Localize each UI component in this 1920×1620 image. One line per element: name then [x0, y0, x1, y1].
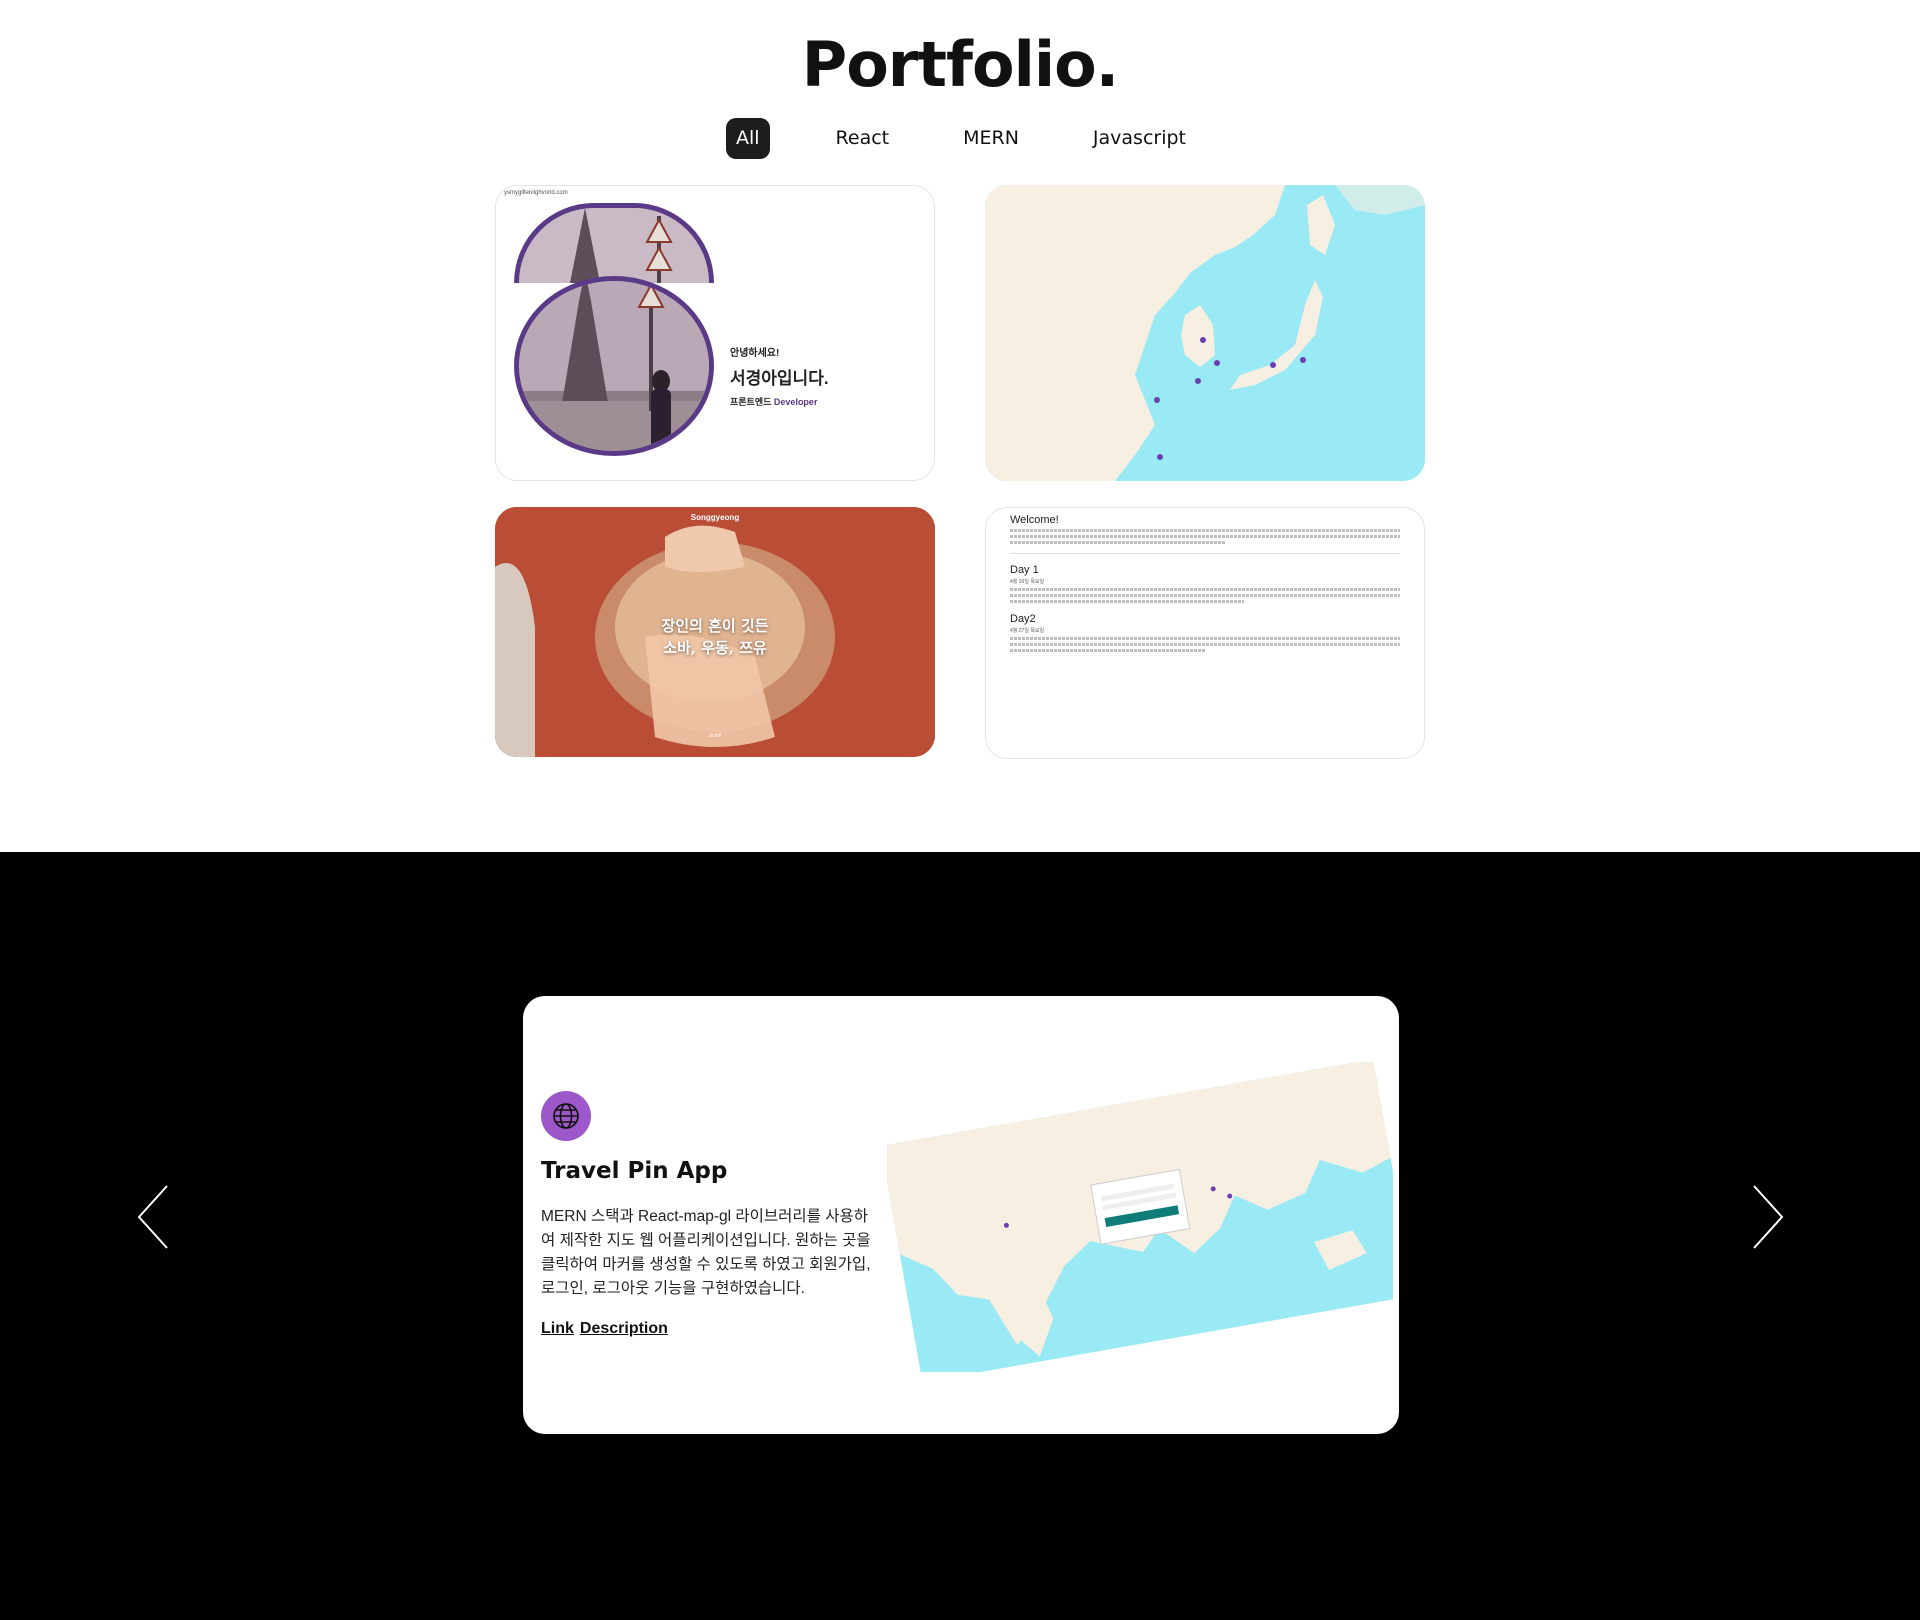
next-slide-arrow-icon[interactable] — [1742, 1182, 1788, 1252]
blog-day1: Day 1 — [1010, 564, 1039, 576]
profile-role-accent: Developer — [773, 397, 818, 407]
profile-role: 프론트엔드 — [730, 397, 772, 407]
filter-javascript[interactable]: Javascript — [1085, 118, 1194, 159]
blog-day1-date: 4월 26일 목요일 — [1010, 579, 1045, 585]
profile-photo-top — [514, 203, 714, 283]
project-card-map[interactable] — [985, 185, 1425, 481]
blog-text-line — [1010, 588, 1400, 591]
filter-mern[interactable]: MERN — [955, 118, 1027, 159]
blog-day2-date: 4월 27일 목요일 — [1010, 628, 1045, 634]
blog-text-line — [1010, 535, 1400, 538]
filter-all[interactable]: All — [725, 118, 770, 159]
blog-text-line — [1010, 637, 1400, 640]
project-description-link[interactable]: Description — [580, 1320, 668, 1338]
food-scroll-hint: Scroll — [708, 733, 722, 739]
globe-icon — [541, 1091, 591, 1141]
page-title: Portfolio. — [801, 28, 1119, 101]
project-slider-section: Travel Pin App MERN 스택과 React-map-gl 라이브… — [0, 852, 1920, 1620]
blog-text-line — [1010, 600, 1244, 603]
east-asia-map-image — [985, 185, 1425, 481]
blog-welcome: Welcome! — [1010, 514, 1059, 526]
slide-description: MERN 스택과 React-map-gl 라이브러리를 사용하여 제작한 지도… — [541, 1208, 871, 1297]
profile-header: ysmyglltenilghvorld.com — [504, 190, 568, 196]
blog-text-line — [1010, 649, 1205, 652]
blog-day2: Day2 — [1010, 613, 1036, 625]
blog-divider — [1010, 553, 1400, 554]
blog-text-line — [1010, 594, 1400, 597]
project-link[interactable]: Link — [541, 1320, 574, 1338]
blog-text-line — [1010, 541, 1225, 544]
project-card-profile[interactable]: ysmyglltenilghvorld.com 안녕하세요! 서경아입니다. 프… — [495, 185, 935, 481]
filter-react[interactable]: React — [828, 118, 898, 159]
profile-intro: 안녕하세요! 서경아입니다. 프론트엔드 Developer — [730, 344, 829, 408]
project-slide: Travel Pin App MERN 스택과 React-map-gl 라이브… — [523, 996, 1399, 1434]
food-headline: 장인의 혼이 깃든 소바, 우동, 쯔유 — [495, 615, 935, 659]
project-card-food[interactable]: Songgyeong 장인의 혼이 깃든 소바, 우동, 쯔유 Scroll — [495, 507, 935, 757]
filter-tabs: All React MERN Javascript — [0, 118, 1920, 159]
blog-text-line — [1010, 643, 1400, 646]
project-card-blog[interactable]: Welcome! Day 1 4월 26일 목요일 Day2 4월 27일 목요… — [985, 507, 1425, 759]
food-headline-line2: 소바, 우동, 쯔유 — [663, 639, 767, 657]
slide-title: Travel Pin App — [541, 1158, 728, 1184]
food-brand: Songgyeong — [690, 513, 740, 522]
profile-name: 서경아입니다. — [730, 369, 829, 388]
profile-photo — [514, 276, 714, 456]
profile-subtitle: 프론트엔드 Developer — [730, 395, 829, 408]
travel-pin-app-screenshot — [887, 1062, 1393, 1372]
prev-slide-arrow-icon[interactable] — [133, 1182, 179, 1252]
profile-greeting: 안녕하세요! — [730, 348, 780, 359]
slide-links: Link Description — [541, 1320, 668, 1338]
food-headline-line1: 장인의 혼이 깃든 — [661, 617, 769, 635]
portfolio-section: Portfolio. All React MERN Javascript ysm… — [0, 0, 1920, 852]
blog-text-line — [1010, 529, 1400, 532]
